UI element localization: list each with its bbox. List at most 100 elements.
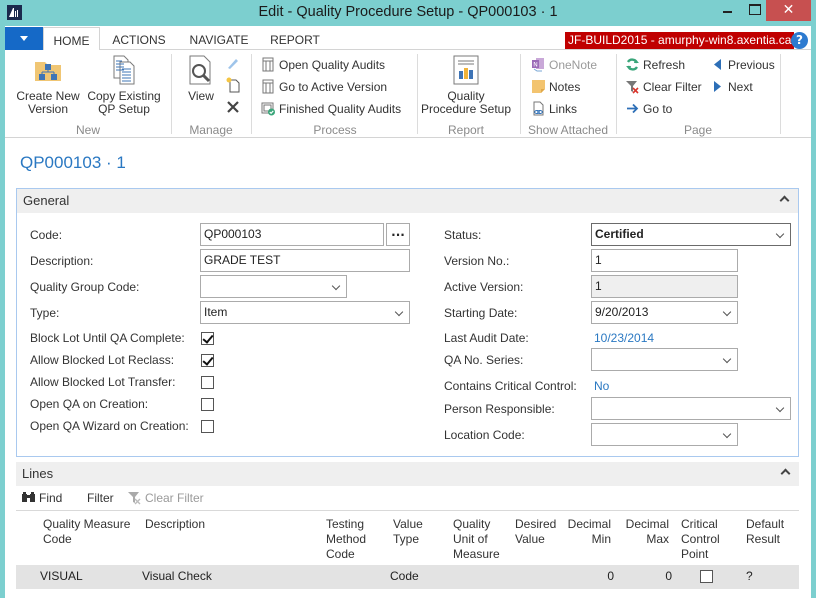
block-lot-checkbox[interactable]: [201, 332, 214, 345]
quality-procedure-setup-report-button[interactable]: Quality Procedure Setup: [419, 54, 513, 116]
maximize-button[interactable]: [744, 0, 766, 21]
find-button[interactable]: Find: [21, 489, 62, 507]
cell-decimal-min[interactable]: 0: [561, 569, 614, 583]
column-header-default-result[interactable]: Default Result: [746, 517, 796, 547]
group-label-new: New: [75, 123, 100, 137]
general-header[interactable]: General: [17, 189, 798, 213]
description-input[interactable]: GRADE TEST: [200, 249, 410, 272]
code-lookup-button[interactable]: ...: [386, 223, 410, 246]
last-audit-date-value[interactable]: 10/23/2014: [594, 331, 654, 345]
go-to-button[interactable]: Go to: [625, 100, 672, 118]
column-header-testing-method-code[interactable]: Testing Method Code: [326, 517, 386, 562]
person-responsible-label: Person Responsible:: [444, 402, 555, 416]
person-responsible-dropdown[interactable]: [591, 397, 791, 420]
clear-filter-button[interactable]: Clear Filter: [625, 78, 702, 96]
filter-button[interactable]: Filter: [87, 489, 114, 507]
allow-blocked-lot-transfer-checkbox[interactable]: [201, 376, 214, 389]
notes-button[interactable]: Notes: [531, 78, 580, 96]
finished-quality-audits-button[interactable]: Finished Quality Audits: [261, 100, 401, 118]
cell-default-result[interactable]: ?: [746, 569, 753, 583]
cell-decimal-max[interactable]: 0: [619, 569, 672, 583]
onenote-button[interactable]: N OneNote: [531, 56, 597, 74]
tab-home[interactable]: HOME: [43, 27, 100, 51]
group-separator: [171, 54, 172, 134]
column-header-quality-measure-code[interactable]: Quality Measure Code: [43, 517, 138, 547]
cell-quality-measure-code[interactable]: VISUAL: [40, 569, 83, 583]
tab-actions[interactable]: ACTIONS: [108, 27, 170, 51]
go-to-active-version-button[interactable]: Go to Active Version: [261, 78, 387, 96]
finished-quality-audits-label: Finished Quality Audits: [279, 102, 402, 116]
column-header-critical-control-point[interactable]: Critical Control Point: [681, 517, 731, 562]
column-header-desired-value[interactable]: Desired Value: [515, 517, 565, 547]
code-input[interactable]: QP000103: [200, 223, 384, 246]
delete-x-icon[interactable]: [226, 100, 240, 114]
location-code-dropdown[interactable]: [591, 423, 738, 446]
column-header-value-type[interactable]: Value Type: [393, 517, 443, 547]
column-header-description[interactable]: Description: [145, 517, 235, 532]
window-title: Edit - Quality Procedure Setup - QP00010…: [258, 4, 558, 20]
group-separator: [780, 54, 781, 134]
application-menu-button[interactable]: [5, 27, 43, 50]
version-no-input[interactable]: 1: [591, 249, 738, 272]
copy-document-icon: [113, 55, 135, 85]
new-document-icon[interactable]: [226, 77, 240, 93]
column-header-quality-unit-of-measure[interactable]: Quality Unit of Measure: [453, 517, 513, 562]
chevron-down-icon: [722, 429, 732, 439]
view-button[interactable]: View: [183, 54, 219, 103]
minimize-button[interactable]: [717, 0, 739, 21]
status-label: Status:: [444, 228, 482, 242]
type-dropdown[interactable]: Item: [200, 301, 410, 324]
table-row[interactable]: VISUAL Visual Check Code 0 0 ?: [16, 565, 799, 589]
contains-critical-control-value[interactable]: No: [594, 379, 609, 393]
code-label: Code:: [30, 228, 63, 242]
create-new-version-button[interactable]: Create New Version: [13, 54, 83, 116]
refresh-icon: [625, 57, 640, 72]
previous-button[interactable]: Previous: [710, 56, 775, 74]
description-value: GRADE TEST: [204, 253, 281, 267]
lines-clear-filter-button[interactable]: Clear Filter: [127, 489, 204, 507]
page-window: HOME ACTIONS NAVIGATE REPORT JF-BUILD201…: [5, 26, 811, 598]
starting-date-input[interactable]: 9/20/2013: [591, 301, 738, 324]
links-button[interactable]: Links: [531, 100, 577, 118]
allow-blocked-lot-reclass-checkbox[interactable]: [201, 354, 214, 367]
next-label: Next: [728, 80, 753, 94]
edit-pencil-icon[interactable]: [226, 56, 240, 70]
chevron-down-icon: [331, 281, 341, 291]
version-no-value: 1: [595, 253, 602, 267]
contains-critical-control-label: Contains Critical Control:: [444, 379, 577, 393]
arrow-right-icon: [625, 101, 640, 116]
open-qa-wizard-label: Open QA Wizard on Creation:: [30, 419, 189, 433]
column-header-decimal-max[interactable]: Decimal Max: [619, 517, 669, 547]
status-value: Certified: [595, 227, 644, 241]
qa-no-series-dropdown[interactable]: [591, 348, 738, 371]
notes-icon: [531, 79, 546, 94]
collapse-chevron-icon[interactable]: [781, 467, 791, 477]
help-icon[interactable]: ?: [791, 32, 808, 49]
tab-report[interactable]: REPORT: [267, 27, 323, 51]
collapse-chevron-icon[interactable]: [780, 194, 790, 204]
code-value: QP000103: [204, 227, 262, 241]
lines-clear-filter-label: Clear Filter: [145, 491, 204, 505]
cell-value-type[interactable]: Code: [390, 569, 419, 583]
chevron-down-icon: [394, 307, 404, 317]
tab-navigate[interactable]: NAVIGATE: [183, 27, 255, 51]
open-quality-audits-button[interactable]: Open Quality Audits: [261, 56, 385, 74]
folder-hierarchy-icon: [35, 62, 61, 81]
type-label: Type:: [30, 306, 60, 320]
previous-label: Previous: [728, 58, 775, 72]
ribbon-tab-row: HOME ACTIONS NAVIGATE REPORT JF-BUILD201…: [5, 26, 811, 51]
refresh-button[interactable]: Refresh: [625, 56, 685, 74]
column-header-decimal-min[interactable]: Decimal Min: [561, 517, 611, 547]
cell-critical-control-point-checkbox[interactable]: [700, 570, 713, 583]
status-dropdown[interactable]: Certified: [591, 223, 791, 246]
close-button[interactable]: ✕: [766, 0, 811, 21]
next-button[interactable]: Next: [710, 78, 753, 96]
copy-existing-qp-setup-button[interactable]: Copy Existing QP Setup: [85, 54, 163, 116]
lines-header[interactable]: Lines: [16, 462, 799, 486]
open-qa-on-creation-checkbox[interactable]: [201, 398, 214, 411]
open-qa-wizard-checkbox[interactable]: [201, 420, 214, 433]
quality-group-code-dropdown[interactable]: [200, 275, 347, 298]
cell-description[interactable]: Visual Check: [142, 569, 212, 583]
general-title: General: [23, 193, 70, 208]
group-label-page: Page: [683, 123, 713, 137]
